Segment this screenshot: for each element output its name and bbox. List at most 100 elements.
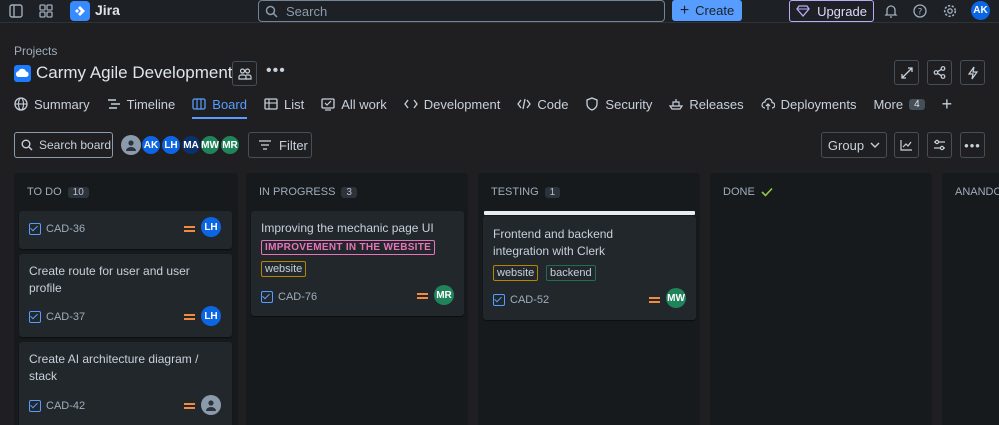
- issue-title: Create AI architecture diagram / stack: [29, 352, 199, 383]
- timeline-icon: [107, 99, 120, 109]
- tab-label: All work: [341, 96, 387, 112]
- priority-medium-icon: [184, 226, 195, 232]
- filter-avatar-lh[interactable]: LH: [161, 135, 181, 155]
- tab-label: Summary: [34, 96, 90, 112]
- assignee-avatar[interactable]: MR: [434, 285, 454, 305]
- project-cloud-icon: [14, 65, 31, 82]
- group-dropdown[interactable]: Group: [821, 132, 887, 158]
- filter-avatar-mr[interactable]: MR: [220, 135, 240, 155]
- tab-all-work[interactable]: All work: [321, 94, 387, 114]
- tab-board[interactable]: Board: [192, 94, 247, 119]
- app-name[interactable]: Jira: [95, 2, 120, 18]
- column-name: TESTING: [491, 186, 539, 198]
- tab-releases[interactable]: Releases: [669, 94, 744, 114]
- issue-card-cad-36[interactable]: CAD-36 LH: [19, 211, 232, 249]
- jira-logo-icon[interactable]: [70, 1, 90, 21]
- task-checkbox-icon: [29, 311, 41, 323]
- share-icon[interactable]: [927, 60, 952, 85]
- tab-timeline[interactable]: Timeline: [107, 94, 175, 114]
- issue-card-cad-52[interactable]: Frontend and backend integration with Cl…: [483, 216, 696, 320]
- assignee-avatar[interactable]: LH: [201, 217, 221, 237]
- app-switcher-icon[interactable]: [38, 3, 54, 19]
- assignee-avatar[interactable]: MW: [666, 288, 686, 308]
- column-header: DONE: [723, 186, 773, 198]
- code-icon: [517, 98, 532, 110]
- settings-gear-icon[interactable]: [942, 3, 958, 19]
- create-label: Create: [695, 3, 735, 18]
- cloud-upload-icon: [761, 98, 775, 110]
- filter-avatar-ak[interactable]: AK: [141, 135, 161, 155]
- create-button[interactable]: + Create: [672, 0, 742, 21]
- epic-lozenge[interactable]: IMPROVEMENT IN THE WEBSITE: [261, 240, 436, 255]
- column-testing: TESTING 1 Frontend and backend integrati…: [478, 173, 700, 425]
- priority-medium-icon: [649, 297, 660, 303]
- diamond-icon: [796, 5, 810, 17]
- issue-key[interactable]: CAD-76: [261, 291, 317, 303]
- upgrade-label: Upgrade: [817, 3, 867, 19]
- label-website[interactable]: website: [261, 261, 307, 277]
- issue-title: Improving the mechanic page UI: [261, 221, 434, 235]
- issue-key[interactable]: CAD-42: [29, 400, 85, 412]
- issue-title: Create route for user and user profile: [29, 264, 190, 295]
- add-tab-plus-icon[interactable]: +: [942, 94, 953, 114]
- issue-key[interactable]: CAD-52: [493, 294, 549, 306]
- tab-code[interactable]: Code: [517, 94, 568, 114]
- tab-development[interactable]: Development: [403, 94, 500, 114]
- column-name: ANANDO: [955, 186, 999, 198]
- label-backend[interactable]: backend: [546, 265, 596, 281]
- chevron-down-icon: [870, 142, 880, 148]
- more-count-badge: 4: [909, 98, 925, 110]
- search-board-input[interactable]: Search board: [14, 132, 113, 158]
- tab-label: Code: [537, 96, 569, 112]
- top-navigation-bar: Jira Search + Create Upgrade ? AK: [0, 0, 999, 23]
- check-icon: [761, 187, 773, 197]
- insights-chart-icon[interactable]: [894, 132, 919, 158]
- unassigned-avatar-icon[interactable]: [201, 395, 221, 415]
- column-anando: ANANDO: [942, 173, 999, 425]
- issue-key[interactable]: CAD-36: [29, 223, 85, 235]
- breadcrumb-projects[interactable]: Projects: [14, 44, 57, 58]
- issue-card-cad-42[interactable]: Create AI architecture diagram / stack C…: [19, 342, 232, 425]
- task-checkbox-icon: [29, 223, 41, 235]
- project-more-icon[interactable]: •••: [266, 62, 286, 80]
- upgrade-button[interactable]: Upgrade: [789, 0, 874, 22]
- issue-card-cad-37[interactable]: Create route for user and user profile C…: [19, 254, 232, 337]
- tab-list[interactable]: List: [264, 94, 304, 114]
- board-more-icon[interactable]: •••: [960, 132, 985, 158]
- board-icon: [192, 98, 206, 110]
- filter-avatar-ma[interactable]: MA: [181, 135, 201, 155]
- column-header: IN PROGRESS 3: [259, 186, 357, 198]
- notifications-bell-icon[interactable]: [883, 3, 899, 19]
- task-checkbox-icon: [261, 291, 273, 303]
- fullscreen-icon[interactable]: [894, 60, 919, 85]
- filter-avatar-mw[interactable]: MW: [200, 135, 220, 155]
- priority-medium-icon: [184, 403, 195, 409]
- team-icon[interactable]: [232, 61, 257, 86]
- issue-key[interactable]: CAD-37: [29, 311, 85, 323]
- help-icon[interactable]: ?: [912, 3, 928, 19]
- tab-deployments[interactable]: Deployments: [761, 94, 856, 114]
- column-name: TO DO: [27, 186, 62, 198]
- label-website[interactable]: website: [493, 265, 539, 281]
- view-settings-icon[interactable]: [927, 132, 952, 158]
- tab-security[interactable]: Security: [585, 94, 652, 114]
- issue-key-label: CAD-76: [278, 291, 318, 303]
- unassigned-avatar-icon[interactable]: [121, 135, 141, 155]
- user-avatar[interactable]: AK: [971, 1, 990, 20]
- group-label: Group: [827, 137, 865, 153]
- filter-label: Filter: [279, 137, 308, 153]
- column-count: 3: [341, 186, 357, 198]
- tab-label: List: [283, 96, 305, 112]
- tab-summary[interactable]: Summary: [14, 94, 90, 114]
- filter-icon: [259, 140, 271, 150]
- sidebar-toggle-icon[interactable]: [8, 3, 24, 19]
- filter-button[interactable]: Filter: [248, 132, 312, 158]
- global-search-input[interactable]: Search: [258, 0, 665, 22]
- task-checkbox-icon: [493, 294, 505, 306]
- automation-lightning-icon[interactable]: [960, 60, 985, 85]
- tab-more[interactable]: More 4: [873, 94, 925, 114]
- plus-icon: +: [679, 1, 690, 19]
- assignee-avatar[interactable]: LH: [201, 306, 221, 326]
- issue-card-cad-76[interactable]: Improving the mechanic page UI IMPROVEME…: [251, 211, 464, 316]
- tab-label: More: [873, 96, 904, 112]
